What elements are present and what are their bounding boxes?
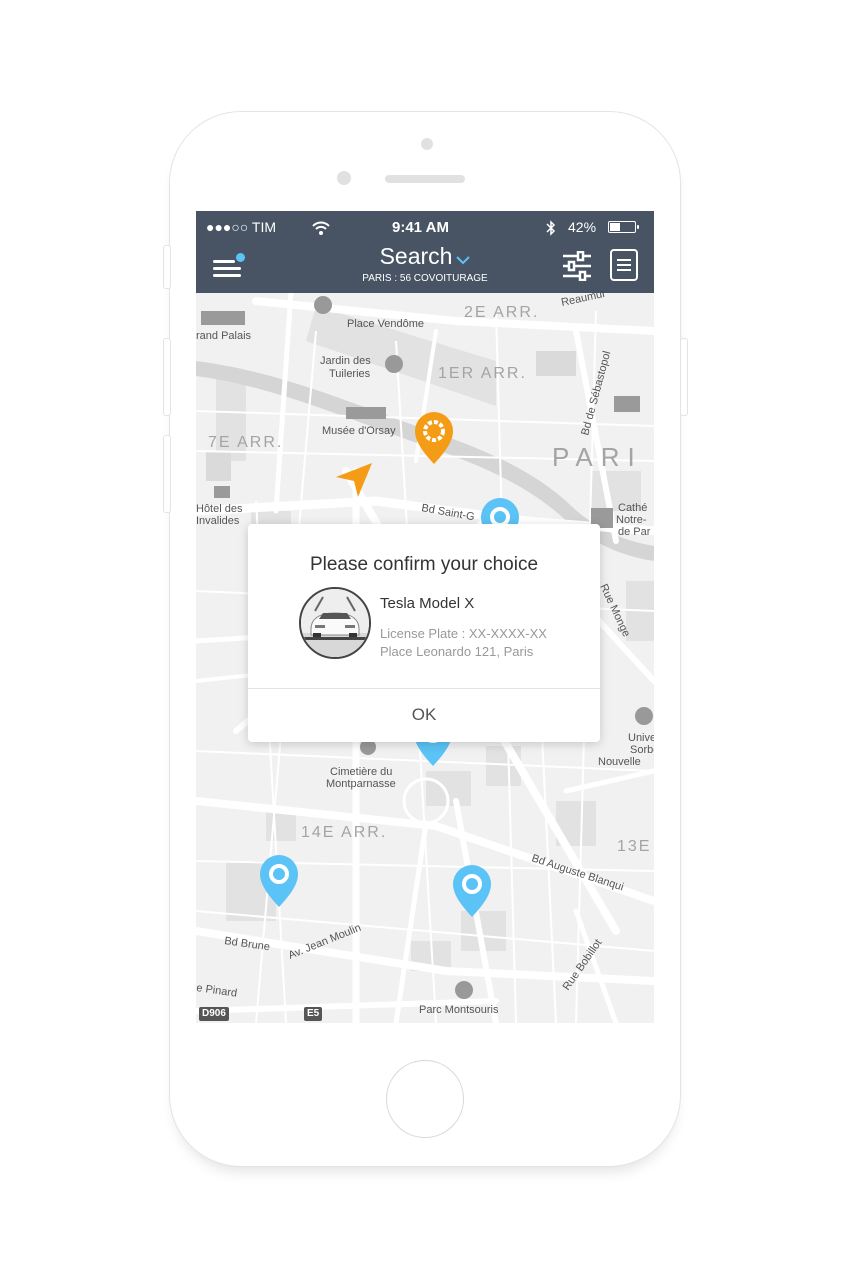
map-label-grand-palais: rand Palais (196, 330, 252, 342)
map-label-cathedrale-1: Cathé (618, 502, 647, 514)
map-label-parc-montsouris: Parc Montsouris (419, 1004, 499, 1016)
bluetooth-icon (546, 220, 556, 236)
car-image-icon (301, 589, 369, 657)
status-time: 9:41 AM (392, 219, 449, 236)
car-name: Tesla Model X (380, 595, 475, 612)
home-button[interactable] (386, 1060, 464, 1138)
battery-percent: 42% (568, 219, 597, 235)
app-header: ●●●○○ TIM 9:41 AM 42% Search PARIS : 56 … (196, 211, 654, 293)
volume-down-button (163, 435, 171, 513)
map-label-14e-arr: 14E ARR. (301, 824, 387, 841)
wifi-icon (312, 221, 330, 235)
dialog-title: Please confirm your choice (309, 554, 539, 575)
earpiece-speaker (385, 175, 465, 183)
ok-button[interactable]: OK (248, 689, 600, 742)
confirm-dialog: Please confirm your choice Tesla Model X… (248, 524, 600, 742)
map-label-jardin-1: Jardin des (320, 355, 371, 367)
map-label-cathedrale-3: de Par (618, 526, 651, 538)
map-label-univ-2: Sorbo (630, 744, 654, 756)
map-label-7e-arr: 7E ARR. (208, 434, 283, 451)
proximity-sensor (337, 171, 351, 185)
map-label-univ-1: Univer (628, 732, 654, 744)
list-icon[interactable] (610, 249, 638, 281)
app-screen: Place Vendôme 2E ARR. rand Palais Jardin… (196, 211, 654, 1023)
power-button (680, 338, 688, 416)
map-label-jardin-2: Tuileries (329, 368, 371, 380)
map-label-invalides-2: Invalides (196, 515, 240, 527)
map-label-1er-arr: 1ER ARR. (438, 365, 527, 382)
front-camera (421, 138, 433, 150)
car-address: Place Leonardo 121, Paris (380, 644, 534, 659)
page-title: Search (379, 243, 453, 269)
carrier-label: ●●●○○ TIM (206, 219, 277, 235)
map-label-invalides-1: Hôtel des (196, 503, 243, 515)
license-plate: License Plate : XX-XXXX-XX (380, 626, 547, 641)
map-label-place-vendome: Place Vendôme (347, 318, 424, 330)
mute-switch (163, 245, 171, 289)
battery-icon (608, 221, 639, 233)
map-label-cathedrale-2: Notre- (616, 514, 647, 526)
volume-up-button (163, 338, 171, 416)
chevron-down-icon (456, 252, 471, 268)
map-label-univ-3: Nouvelle (598, 756, 641, 768)
road-badge-d906: D906 (199, 1007, 229, 1021)
road-badge-e5: E5 (304, 1007, 323, 1021)
map-label-paris: PARI (552, 442, 643, 472)
map-label-cimetiere-2: Montparnasse (326, 778, 396, 790)
map-label-2e-arr: 2E ARR. (464, 304, 539, 321)
map-label-cimetiere-1: Cimetière du (330, 766, 392, 778)
map-label-musee-orsay: Musée d'Orsay (322, 425, 396, 437)
map-label-13e: 13E (617, 838, 651, 855)
car-avatar (299, 587, 371, 659)
filter-sliders-icon[interactable] (562, 251, 592, 281)
